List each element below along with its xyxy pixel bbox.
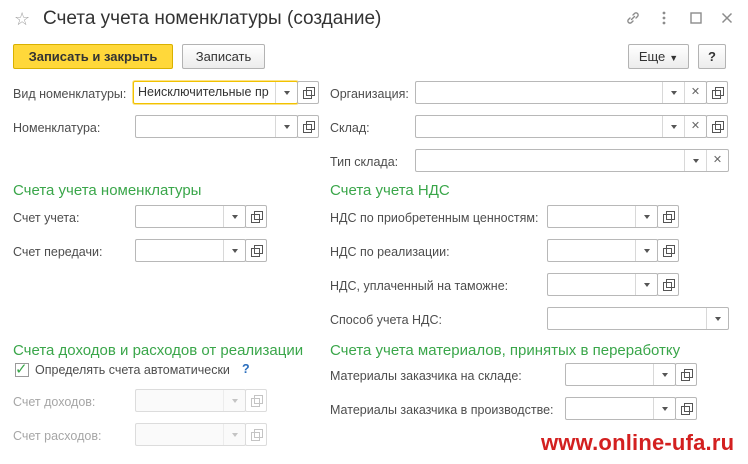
na-sklade-label: Материалы заказчика на складе: <box>330 369 522 383</box>
schet-peredachi-field[interactable] <box>135 239 246 262</box>
schet-ucheta-label: Счет учета: <box>13 211 80 225</box>
save-and-close-button[interactable]: Записать и закрыть <box>13 44 173 69</box>
schet-dohodov-label: Счет доходов: <box>13 395 96 409</box>
sposob-nds-dropdown-icon[interactable] <box>706 308 728 329</box>
organizaciya-label: Организация: <box>330 87 409 101</box>
section-income-title: Счета доходов и расходов от реализации <box>13 342 304 359</box>
nds-priobr-label: НДС по приобретенным ценностям: <box>330 211 539 225</box>
more-menu-icon[interactable] <box>655 10 673 28</box>
nds-tamozh-open-icon[interactable] <box>657 273 679 296</box>
schet-peredachi-label: Счет передачи: <box>13 245 103 259</box>
organizaciya-field[interactable]: ✕ <box>415 81 707 104</box>
sklad-dropdown-icon[interactable] <box>662 116 684 137</box>
nds-tamozh-dropdown-icon[interactable] <box>635 274 657 295</box>
section-accounts-title: Счета учета номенклатуры <box>13 182 202 199</box>
vid-nomenklatury-label: Вид номенклатуры: <box>13 87 127 101</box>
vid-nomenklatury-field[interactable]: Неисключительные пр <box>133 81 298 104</box>
schet-ucheta-field[interactable] <box>135 205 246 228</box>
organizaciya-open-icon[interactable] <box>706 81 728 104</box>
schet-dohodov-open-icon <box>245 389 267 412</box>
nds-priobr-field[interactable] <box>547 205 658 228</box>
nomenklatura-dropdown-icon[interactable] <box>275 116 297 137</box>
nomenklatura-label: Номенклатура: <box>13 121 101 135</box>
na-sklade-field[interactable] <box>565 363 676 386</box>
schet-ucheta-dropdown-icon[interactable] <box>223 206 245 227</box>
more-button-label: Еще <box>638 49 666 64</box>
auto-accounts-checkbox[interactable]: ✓ <box>15 361 29 378</box>
nds-tamozh-field[interactable] <box>547 273 658 296</box>
close-icon[interactable] <box>718 10 736 28</box>
sklad-clear-icon[interactable]: ✕ <box>684 116 706 137</box>
schet-peredachi-open-icon[interactable] <box>245 239 267 262</box>
schet-rashodov-dropdown-icon <box>223 424 245 445</box>
chevron-down-icon: ▼ <box>669 53 679 63</box>
sposob-nds-field[interactable] <box>547 307 729 330</box>
organizaciya-dropdown-icon[interactable] <box>662 82 684 103</box>
tip-sklada-label: Тип склада: <box>330 155 399 169</box>
sklad-field[interactable]: ✕ <box>415 115 707 138</box>
vid-nomenklatury-open-icon[interactable] <box>297 81 319 104</box>
sklad-label: Склад: <box>330 121 370 135</box>
schet-dohodov-field <box>135 389 246 412</box>
favorite-star-icon[interactable]: ☆ <box>14 9 34 29</box>
nomenklatura-field[interactable] <box>135 115 298 138</box>
tip-sklada-field[interactable]: ✕ <box>415 149 729 172</box>
schet-dohodov-dropdown-icon <box>223 390 245 411</box>
vid-nomenklatury-dropdown-icon[interactable] <box>275 82 297 103</box>
v-proizvodstve-field[interactable] <box>565 397 676 420</box>
link-icon[interactable] <box>624 10 642 28</box>
window-title: Счета учета номенклатуры (создание) <box>43 8 382 29</box>
help-button[interactable]: ? <box>698 44 726 69</box>
watermark-text: www.online-ufa.ru <box>541 430 735 455</box>
tip-sklada-dropdown-icon[interactable] <box>684 150 706 171</box>
auto-accounts-label[interactable]: Определять счета автоматически <box>35 362 230 378</box>
tip-sklada-clear-icon[interactable]: ✕ <box>706 150 728 171</box>
na-sklade-open-icon[interactable] <box>675 363 697 386</box>
save-button[interactable]: Записать <box>182 44 265 69</box>
nds-realiz-label: НДС по реализации: <box>330 245 450 259</box>
na-sklade-dropdown-icon[interactable] <box>653 364 675 385</box>
maximize-icon[interactable] <box>687 10 705 28</box>
nds-realiz-open-icon[interactable] <box>657 239 679 262</box>
schet-rashodov-field <box>135 423 246 446</box>
organizaciya-clear-icon[interactable]: ✕ <box>684 82 706 103</box>
section-materials-title: Счета учета материалов, принятых в перер… <box>330 342 681 359</box>
nds-tamozh-label: НДС, уплаченный на таможне: <box>330 279 509 293</box>
schet-ucheta-open-icon[interactable] <box>245 205 267 228</box>
sposob-nds-label: Способ учета НДС: <box>330 313 443 327</box>
section-vat-title: Счета учета НДС <box>330 182 450 199</box>
sklad-open-icon[interactable] <box>706 115 728 138</box>
schet-rashodov-label: Счет расходов: <box>13 429 102 443</box>
checkmark-icon: ✓ <box>15 361 28 378</box>
nds-realiz-dropdown-icon[interactable] <box>635 240 657 261</box>
v-proizvodstve-label: Материалы заказчика в производстве: <box>330 403 554 417</box>
nds-realiz-field[interactable] <box>547 239 658 262</box>
v-proizvodstve-dropdown-icon[interactable] <box>653 398 675 419</box>
schet-peredachi-dropdown-icon[interactable] <box>223 240 245 261</box>
schet-rashodov-open-icon <box>245 423 267 446</box>
more-button[interactable]: Еще ▼ <box>628 44 689 69</box>
nomenklatura-open-icon[interactable] <box>297 115 319 138</box>
vid-nomenklatury-value: Неисключительные пр <box>138 85 269 99</box>
nds-priobr-dropdown-icon[interactable] <box>635 206 657 227</box>
help-question-icon[interactable]: ? <box>242 362 250 376</box>
nds-priobr-open-icon[interactable] <box>657 205 679 228</box>
v-proizvodstve-open-icon[interactable] <box>675 397 697 420</box>
